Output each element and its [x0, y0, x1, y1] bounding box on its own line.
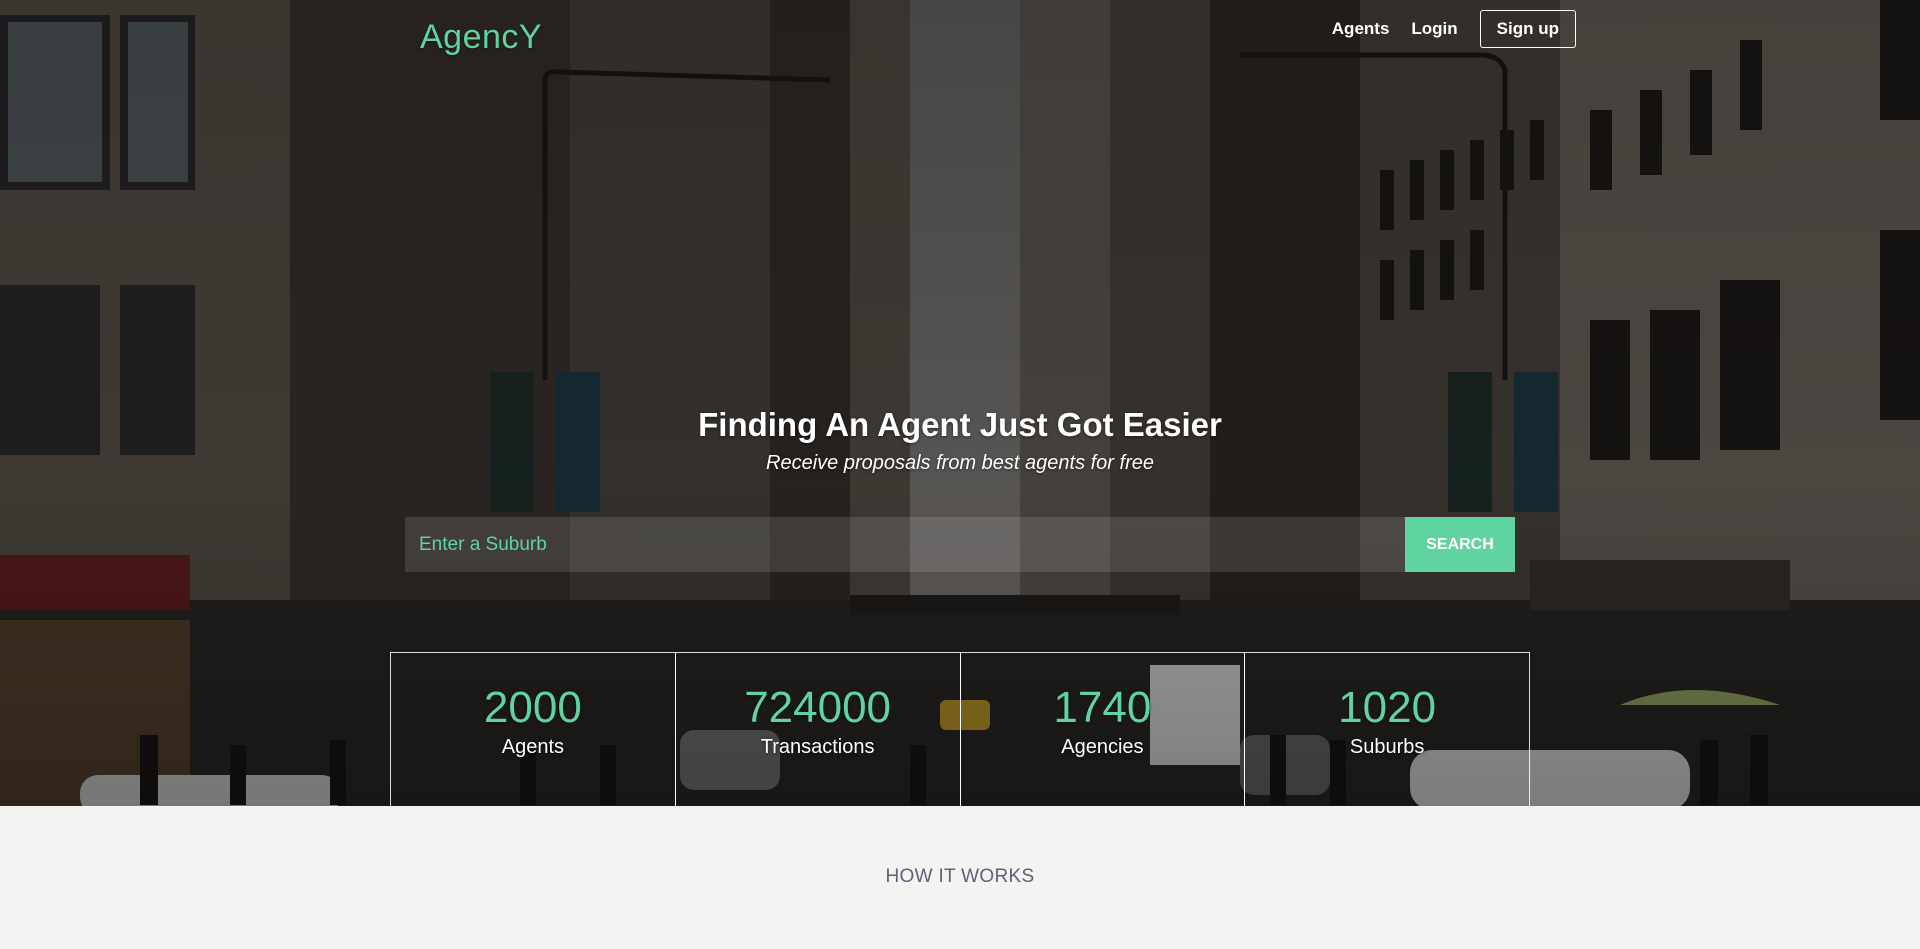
stats-row: 2000 Agents 724000 Transactions 1740 Age…: [390, 652, 1530, 806]
top-nav: Agents Login Sign up: [1310, 10, 1576, 48]
stat-value: 1020: [1338, 683, 1437, 732]
stat-value: 1740: [1053, 683, 1152, 732]
stat-agents: 2000 Agents: [390, 652, 676, 806]
stat-transactions: 724000 Transactions: [674, 652, 961, 806]
how-it-works-heading: HOW IT WORKS: [885, 866, 1035, 887]
stat-suburbs: 1020 Suburbs: [1244, 652, 1530, 806]
suburb-search-bar: SEARCH: [405, 517, 1515, 572]
stat-label: Agencies: [1061, 736, 1144, 758]
suburb-search-input[interactable]: [405, 517, 1405, 572]
nav-login-link[interactable]: Login: [1411, 19, 1457, 39]
nav-agents-link[interactable]: Agents: [1332, 19, 1390, 39]
stat-agencies: 1740 Agencies: [959, 652, 1246, 806]
hero-subheadline: Receive proposals from best agents for f…: [766, 452, 1154, 474]
stat-value: 724000: [744, 683, 892, 732]
hero-headline: Finding An Agent Just Got Easier: [698, 406, 1222, 443]
search-button[interactable]: SEARCH: [1405, 517, 1515, 572]
signup-button[interactable]: Sign up: [1479, 10, 1576, 48]
stat-label: Transactions: [760, 736, 875, 758]
hero-section: AgencY Agents Login Sign up Finding An A…: [0, 0, 1920, 806]
stat-value: 2000: [483, 683, 582, 732]
stat-label: Suburbs: [1349, 736, 1425, 758]
brand-logo[interactable]: AgencY: [420, 18, 542, 57]
stat-label: Agents: [501, 736, 564, 758]
